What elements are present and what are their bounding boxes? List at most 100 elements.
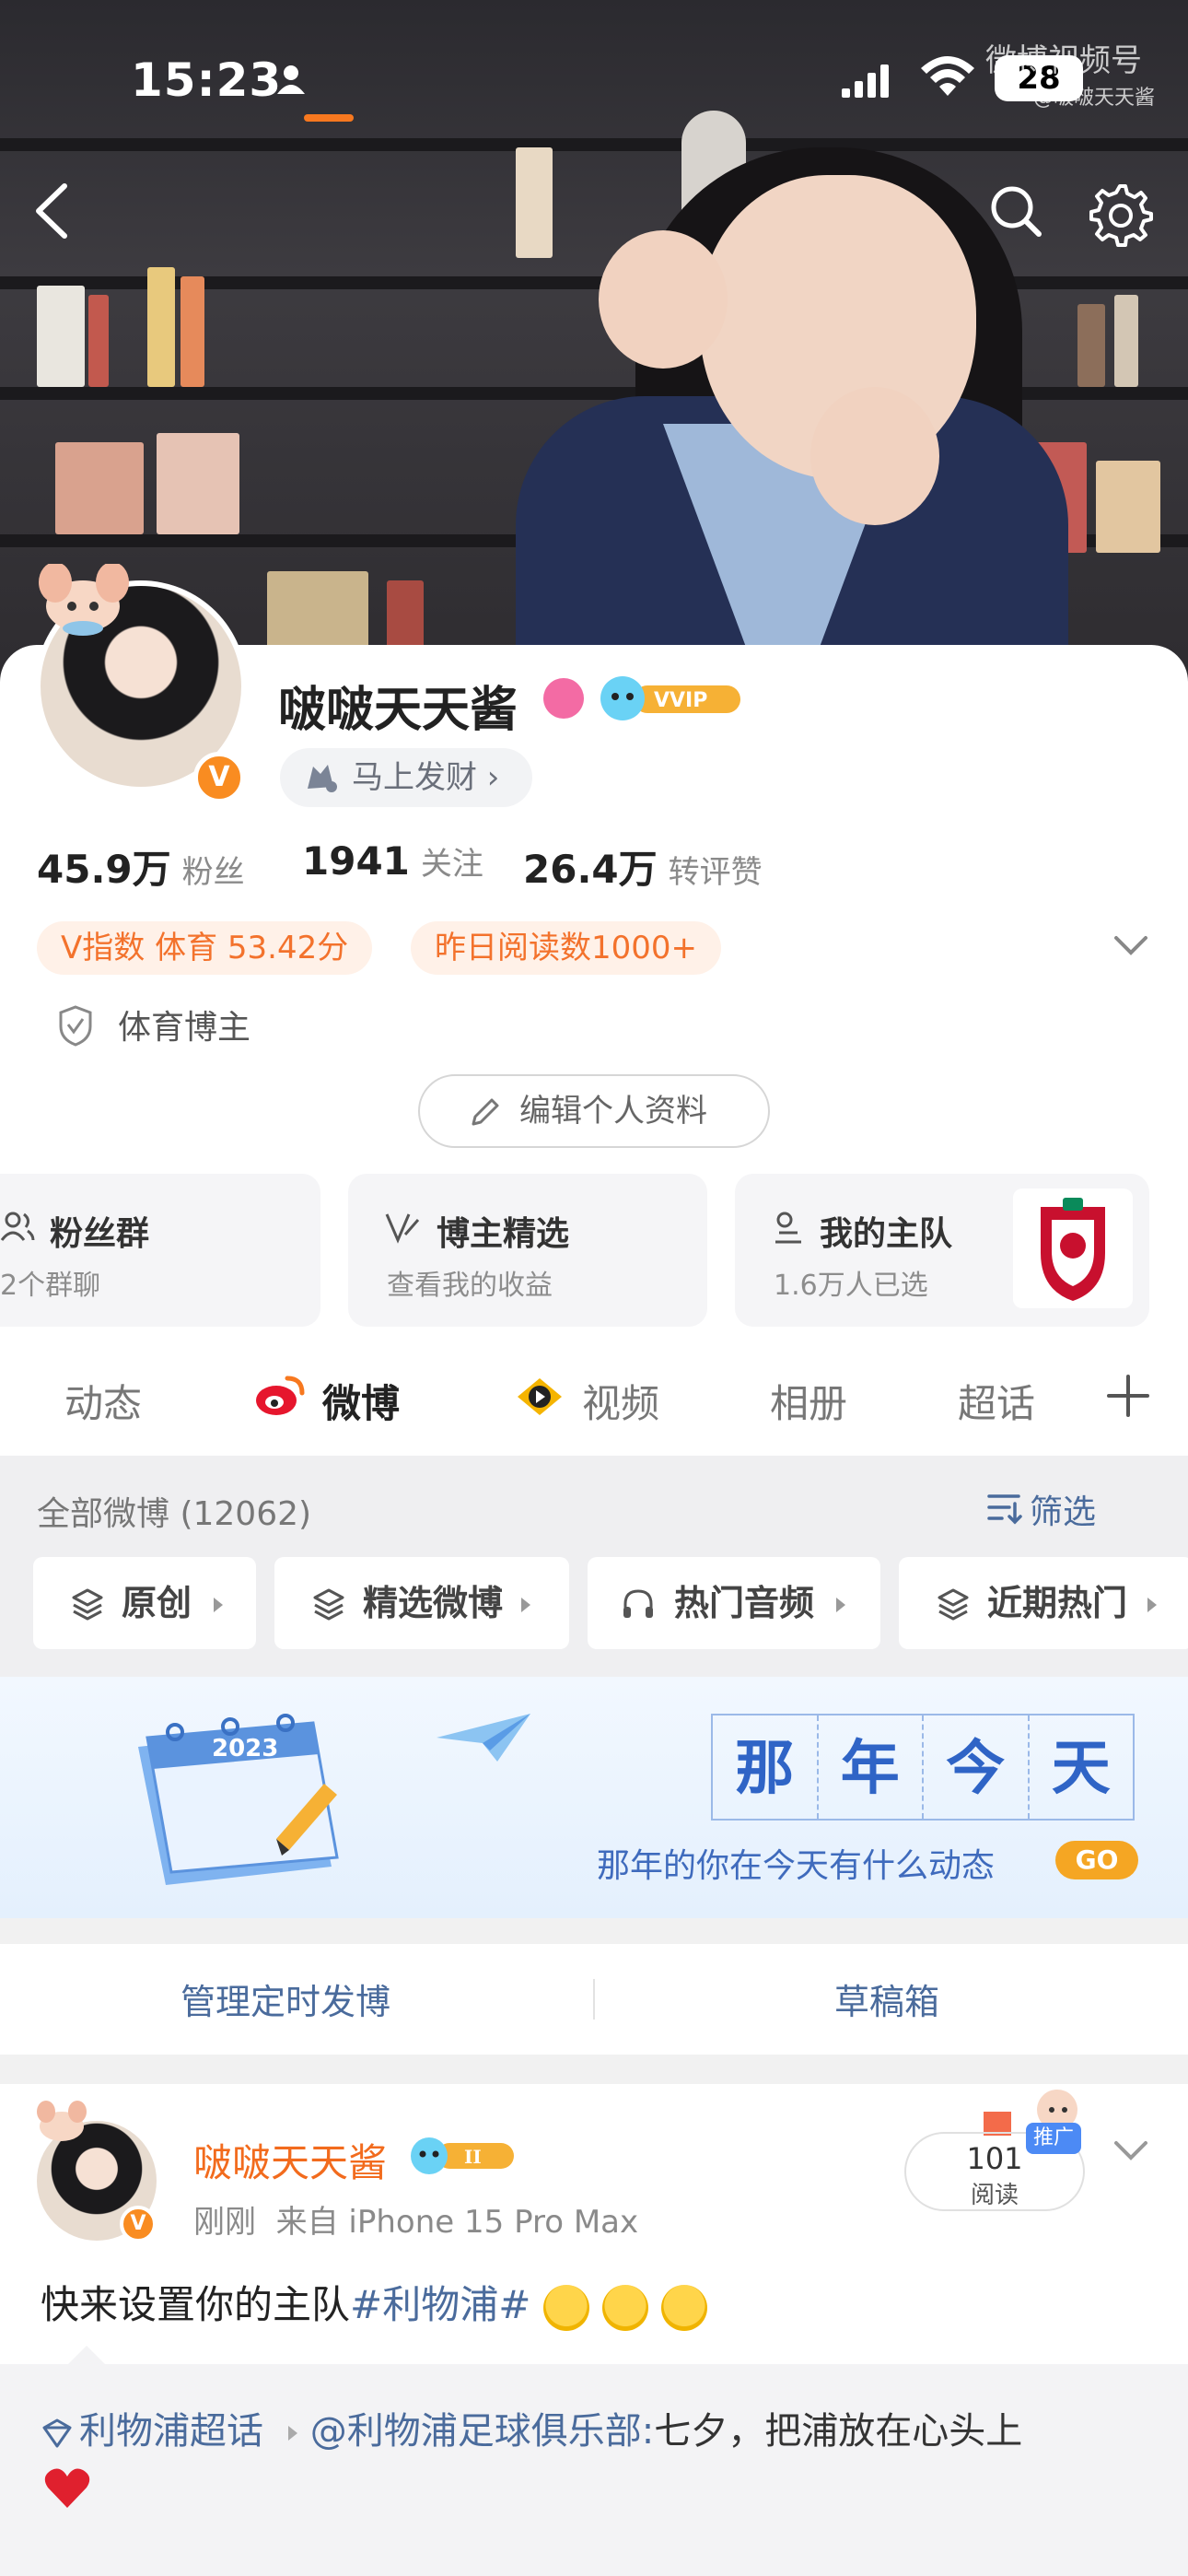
post-hashtag[interactable]: #利物浦# bbox=[350, 2282, 530, 2327]
mascot-decoration-icon bbox=[39, 564, 129, 636]
divider bbox=[593, 1979, 595, 2020]
stat-following[interactable]: 1941 关注 bbox=[302, 838, 483, 884]
chip-label: 原创 bbox=[122, 1583, 192, 1623]
verified-badge: V bbox=[193, 752, 245, 803]
blogger-category: 体育博主 bbox=[118, 1009, 251, 1047]
book bbox=[1114, 295, 1138, 387]
caret-right-icon bbox=[214, 1598, 223, 1612]
level-label: II bbox=[464, 2146, 482, 2168]
weibo-logo-icon bbox=[256, 1376, 305, 1415]
profile-tabs: 动态 微博 视频 相册 超话 bbox=[0, 1327, 1188, 1456]
emoji-icon bbox=[602, 2284, 649, 2331]
pencil-icon bbox=[472, 1098, 499, 1126]
chip-hot-audio[interactable]: 热门音频 bbox=[588, 1557, 880, 1649]
paper-plane-icon bbox=[437, 1714, 530, 1762]
layers-icon bbox=[72, 1588, 103, 1621]
caret-right-icon bbox=[287, 2426, 297, 2441]
all-weibo-count: 全部微博 (12062) bbox=[37, 1495, 312, 1533]
post-verified-badge: V bbox=[120, 2206, 157, 2242]
panel-subtitle: 查看我的收益 bbox=[387, 1270, 553, 1302]
status-bar: 15:23 28 微博视频号 @啵啵天天酱 bbox=[0, 0, 1188, 157]
stat-followers[interactable]: 45.9万 粉丝 bbox=[37, 838, 245, 895]
person-icon bbox=[277, 65, 305, 94]
heart-icon bbox=[44, 2468, 90, 2508]
banner-title-char: 年 bbox=[819, 1715, 924, 1819]
post-meta: 刚刚 来自 iPhone 15 Pro Max bbox=[193, 2196, 638, 2242]
tab-feed[interactable]: 动态 bbox=[64, 1373, 142, 1429]
vip-label: VVIP bbox=[654, 689, 707, 712]
emoji-icon bbox=[543, 2284, 590, 2331]
emoji-icon bbox=[661, 2284, 708, 2331]
calendar-year: 2023 bbox=[212, 1735, 278, 1762]
v-pen-icon bbox=[385, 1213, 420, 1244]
jersey-icon bbox=[775, 1212, 801, 1244]
person-hand bbox=[810, 387, 939, 525]
chevron-down-icon[interactable] bbox=[1112, 932, 1149, 960]
chip-recent-hot[interactable]: 近期热门 bbox=[899, 1557, 1188, 1649]
banner-subtitle: 那年的你在今天有什么动态 bbox=[597, 1847, 996, 1885]
quote-text: 七夕，把浦放在心头上 bbox=[654, 2410, 1023, 2453]
fan-group-panel[interactable]: 粉丝群 2个群聊 bbox=[0, 1174, 320, 1327]
book bbox=[157, 433, 239, 534]
book bbox=[37, 286, 85, 387]
plus-icon[interactable] bbox=[1105, 1373, 1151, 1419]
promote-badge[interactable]: 推广 bbox=[1026, 2123, 1081, 2154]
search-icon[interactable] bbox=[985, 181, 1046, 241]
banner-title-char: 天 bbox=[1051, 1734, 1111, 1803]
tab-super-topic[interactable]: 超话 bbox=[958, 1373, 1035, 1429]
book bbox=[55, 442, 144, 534]
quote-mention[interactable]: @利物浦足球俱乐部: bbox=[310, 2410, 654, 2453]
stat-likes[interactable]: 26.4万 转评赞 bbox=[523, 838, 763, 895]
post-body: 快来设置你的主队#利物浦# bbox=[41, 2274, 708, 2331]
back-icon[interactable] bbox=[24, 179, 79, 243]
quote-body: 利物浦超话 @利物浦足球俱乐部:七夕，把浦放在心头上 bbox=[41, 2401, 1022, 2454]
super-topic-icon bbox=[42, 2418, 72, 2448]
chip-label: 近期热门 bbox=[987, 1583, 1128, 1623]
quoted-post[interactable] bbox=[0, 2364, 1188, 2576]
chip-label: 热门音频 bbox=[674, 1583, 815, 1623]
book bbox=[147, 267, 175, 387]
panel-title: 粉丝群 bbox=[50, 1215, 150, 1253]
chip-original[interactable]: 原创 bbox=[33, 1557, 256, 1649]
chevron-down-icon[interactable] bbox=[1112, 2137, 1149, 2165]
drafts-button[interactable]: 草稿箱 bbox=[834, 1973, 939, 2024]
post-source: 来自 iPhone 15 Pro Max bbox=[275, 2204, 639, 2241]
cellular-signal-icon bbox=[842, 64, 889, 98]
shield-icon bbox=[59, 1005, 92, 1047]
active-tab-indicator bbox=[304, 114, 354, 122]
quote-topic[interactable]: 利物浦超话 bbox=[79, 2410, 263, 2453]
banner-title-char: 今 bbox=[924, 1715, 1030, 1819]
post-author[interactable]: 啵啵天天酱 bbox=[193, 2132, 387, 2188]
book bbox=[88, 295, 109, 387]
video-icon bbox=[518, 1378, 562, 1415]
statue bbox=[516, 147, 553, 258]
filter-button[interactable]: 筛选 bbox=[1030, 1485, 1096, 1533]
fan-badge-icon[interactable] bbox=[543, 678, 584, 719]
fortune-cat-icon bbox=[308, 765, 337, 792]
vip-badge-icon[interactable]: VVIP bbox=[597, 674, 744, 722]
gear-icon[interactable] bbox=[1087, 181, 1153, 247]
watermark-handle: @啵啵天天酱 bbox=[1033, 87, 1156, 110]
v-index-tag[interactable]: V指数 体育 53.42分 bbox=[37, 921, 373, 975]
banner-go-button[interactable]: GO bbox=[1055, 1841, 1138, 1879]
tab-album[interactable]: 相册 bbox=[770, 1373, 847, 1429]
chip-featured[interactable]: 精选微博 bbox=[274, 1557, 569, 1649]
mascot-decoration-icon bbox=[37, 2101, 87, 2141]
filter-icon bbox=[987, 1494, 1022, 1525]
status-time: 15:23 bbox=[131, 53, 283, 107]
profile-page: 15:23 28 微博视频号 @啵啵天天酱 V 啵啵天天酱 VVIP 马上发财 … bbox=[0, 0, 1188, 2576]
tab-video[interactable]: 视频 bbox=[582, 1373, 659, 1429]
book bbox=[1096, 461, 1160, 553]
caret-right-icon bbox=[836, 1598, 845, 1612]
reads-tag[interactable]: 昨日阅读数1000+ bbox=[411, 921, 722, 975]
tab-weibo[interactable]: 微博 bbox=[322, 1373, 400, 1429]
scheduled-posts-button[interactable]: 管理定时发博 bbox=[181, 1973, 390, 2024]
panel-subtitle: 2个群聊 bbox=[0, 1270, 101, 1302]
team-crest-icon[interactable] bbox=[1013, 1188, 1133, 1308]
calendar-icon: 2023 bbox=[138, 1714, 339, 1885]
panel-subtitle: 1.6万人已选 bbox=[774, 1270, 928, 1302]
chip-label: 精选微博 bbox=[363, 1583, 504, 1623]
layers-icon bbox=[313, 1588, 344, 1621]
post-text: 快来设置你的主队 bbox=[41, 2282, 351, 2327]
blogger-picks-panel[interactable]: 博主精选 查看我的收益 bbox=[348, 1174, 707, 1327]
